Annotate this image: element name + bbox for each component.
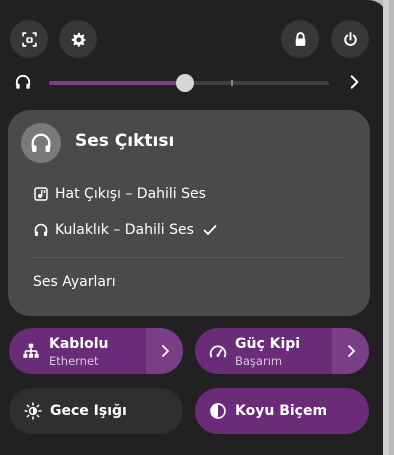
wired-menu-button[interactable] — [146, 328, 183, 374]
wired-toggle[interactable]: Kablolu Ethernet — [9, 328, 183, 374]
night-light-toggle-title: Gece Işığı — [50, 403, 127, 419]
power-mode-toggle-subtitle: Başarım — [235, 354, 283, 368]
checkmark-icon — [203, 225, 217, 235]
settings-button[interactable] — [59, 20, 97, 58]
power-mode-toggle-title: Güç Kipi — [235, 336, 301, 352]
wired-toggle-subtitle: Ethernet — [49, 354, 99, 368]
power-icon — [343, 31, 357, 46]
power-mode-toggle[interactable]: Güç Kipi Başarım — [195, 328, 369, 374]
headphones-icon[interactable] — [14, 73, 32, 91]
power-mode-menu-button[interactable] — [332, 328, 369, 374]
sound-output-header-icon — [21, 123, 61, 163]
lock-icon — [295, 31, 305, 46]
dark-style-icon — [210, 403, 226, 419]
sound-output-item-label: Hat Çıkışı – Dahili Ses — [55, 186, 206, 202]
headphones-icon — [31, 133, 51, 152]
sound-output-item-headphones[interactable]: Kulaklık – Dahili Ses — [33, 219, 224, 241]
gear-icon — [71, 32, 85, 47]
chevron-right-icon[interactable] — [345, 73, 363, 91]
lock-button[interactable] — [281, 20, 319, 58]
volume-row — [0, 64, 388, 102]
chevron-right-icon — [161, 345, 169, 357]
sound-output-title: Ses Çıktısı — [75, 131, 175, 151]
sound-output-item-line-out[interactable]: Hat Çıkışı – Dahili Ses — [33, 183, 206, 205]
speedometer-icon — [209, 345, 227, 358]
wired-toggle-title: Kablolu — [49, 336, 109, 352]
night-light-icon — [24, 402, 42, 420]
night-light-toggle[interactable]: Gece Işığı — [9, 388, 183, 434]
screenshot-icon — [21, 31, 37, 47]
dark-style-toggle-title: Koyu Biçem — [235, 403, 328, 419]
chevron-right-icon — [347, 345, 355, 357]
headphones-icon — [34, 223, 48, 236]
volume-slider-handle[interactable] — [175, 74, 194, 92]
menu-separator — [33, 257, 345, 258]
volume-slider-mark — [231, 80, 233, 86]
sound-settings-link[interactable]: Ses Ayarları — [33, 274, 116, 290]
sound-output-menu: Ses Çıktısı Hat Çıkışı – Dahili Ses Kula… — [8, 110, 370, 316]
network-wired-icon — [23, 343, 39, 358]
dark-style-toggle[interactable]: Koyu Biçem — [195, 388, 369, 434]
volume-slider[interactable] — [49, 74, 329, 92]
line-out-icon — [34, 187, 48, 201]
power-button[interactable] — [331, 20, 369, 58]
screenshot-button[interactable] — [10, 20, 48, 58]
quick-settings-panel: Ses Çıktısı Hat Çıkışı – Dahili Ses Kula… — [0, 0, 389, 455]
sound-output-item-label: Kulaklık – Dahili Ses — [55, 222, 194, 238]
volume-slider-fill — [49, 81, 185, 85]
